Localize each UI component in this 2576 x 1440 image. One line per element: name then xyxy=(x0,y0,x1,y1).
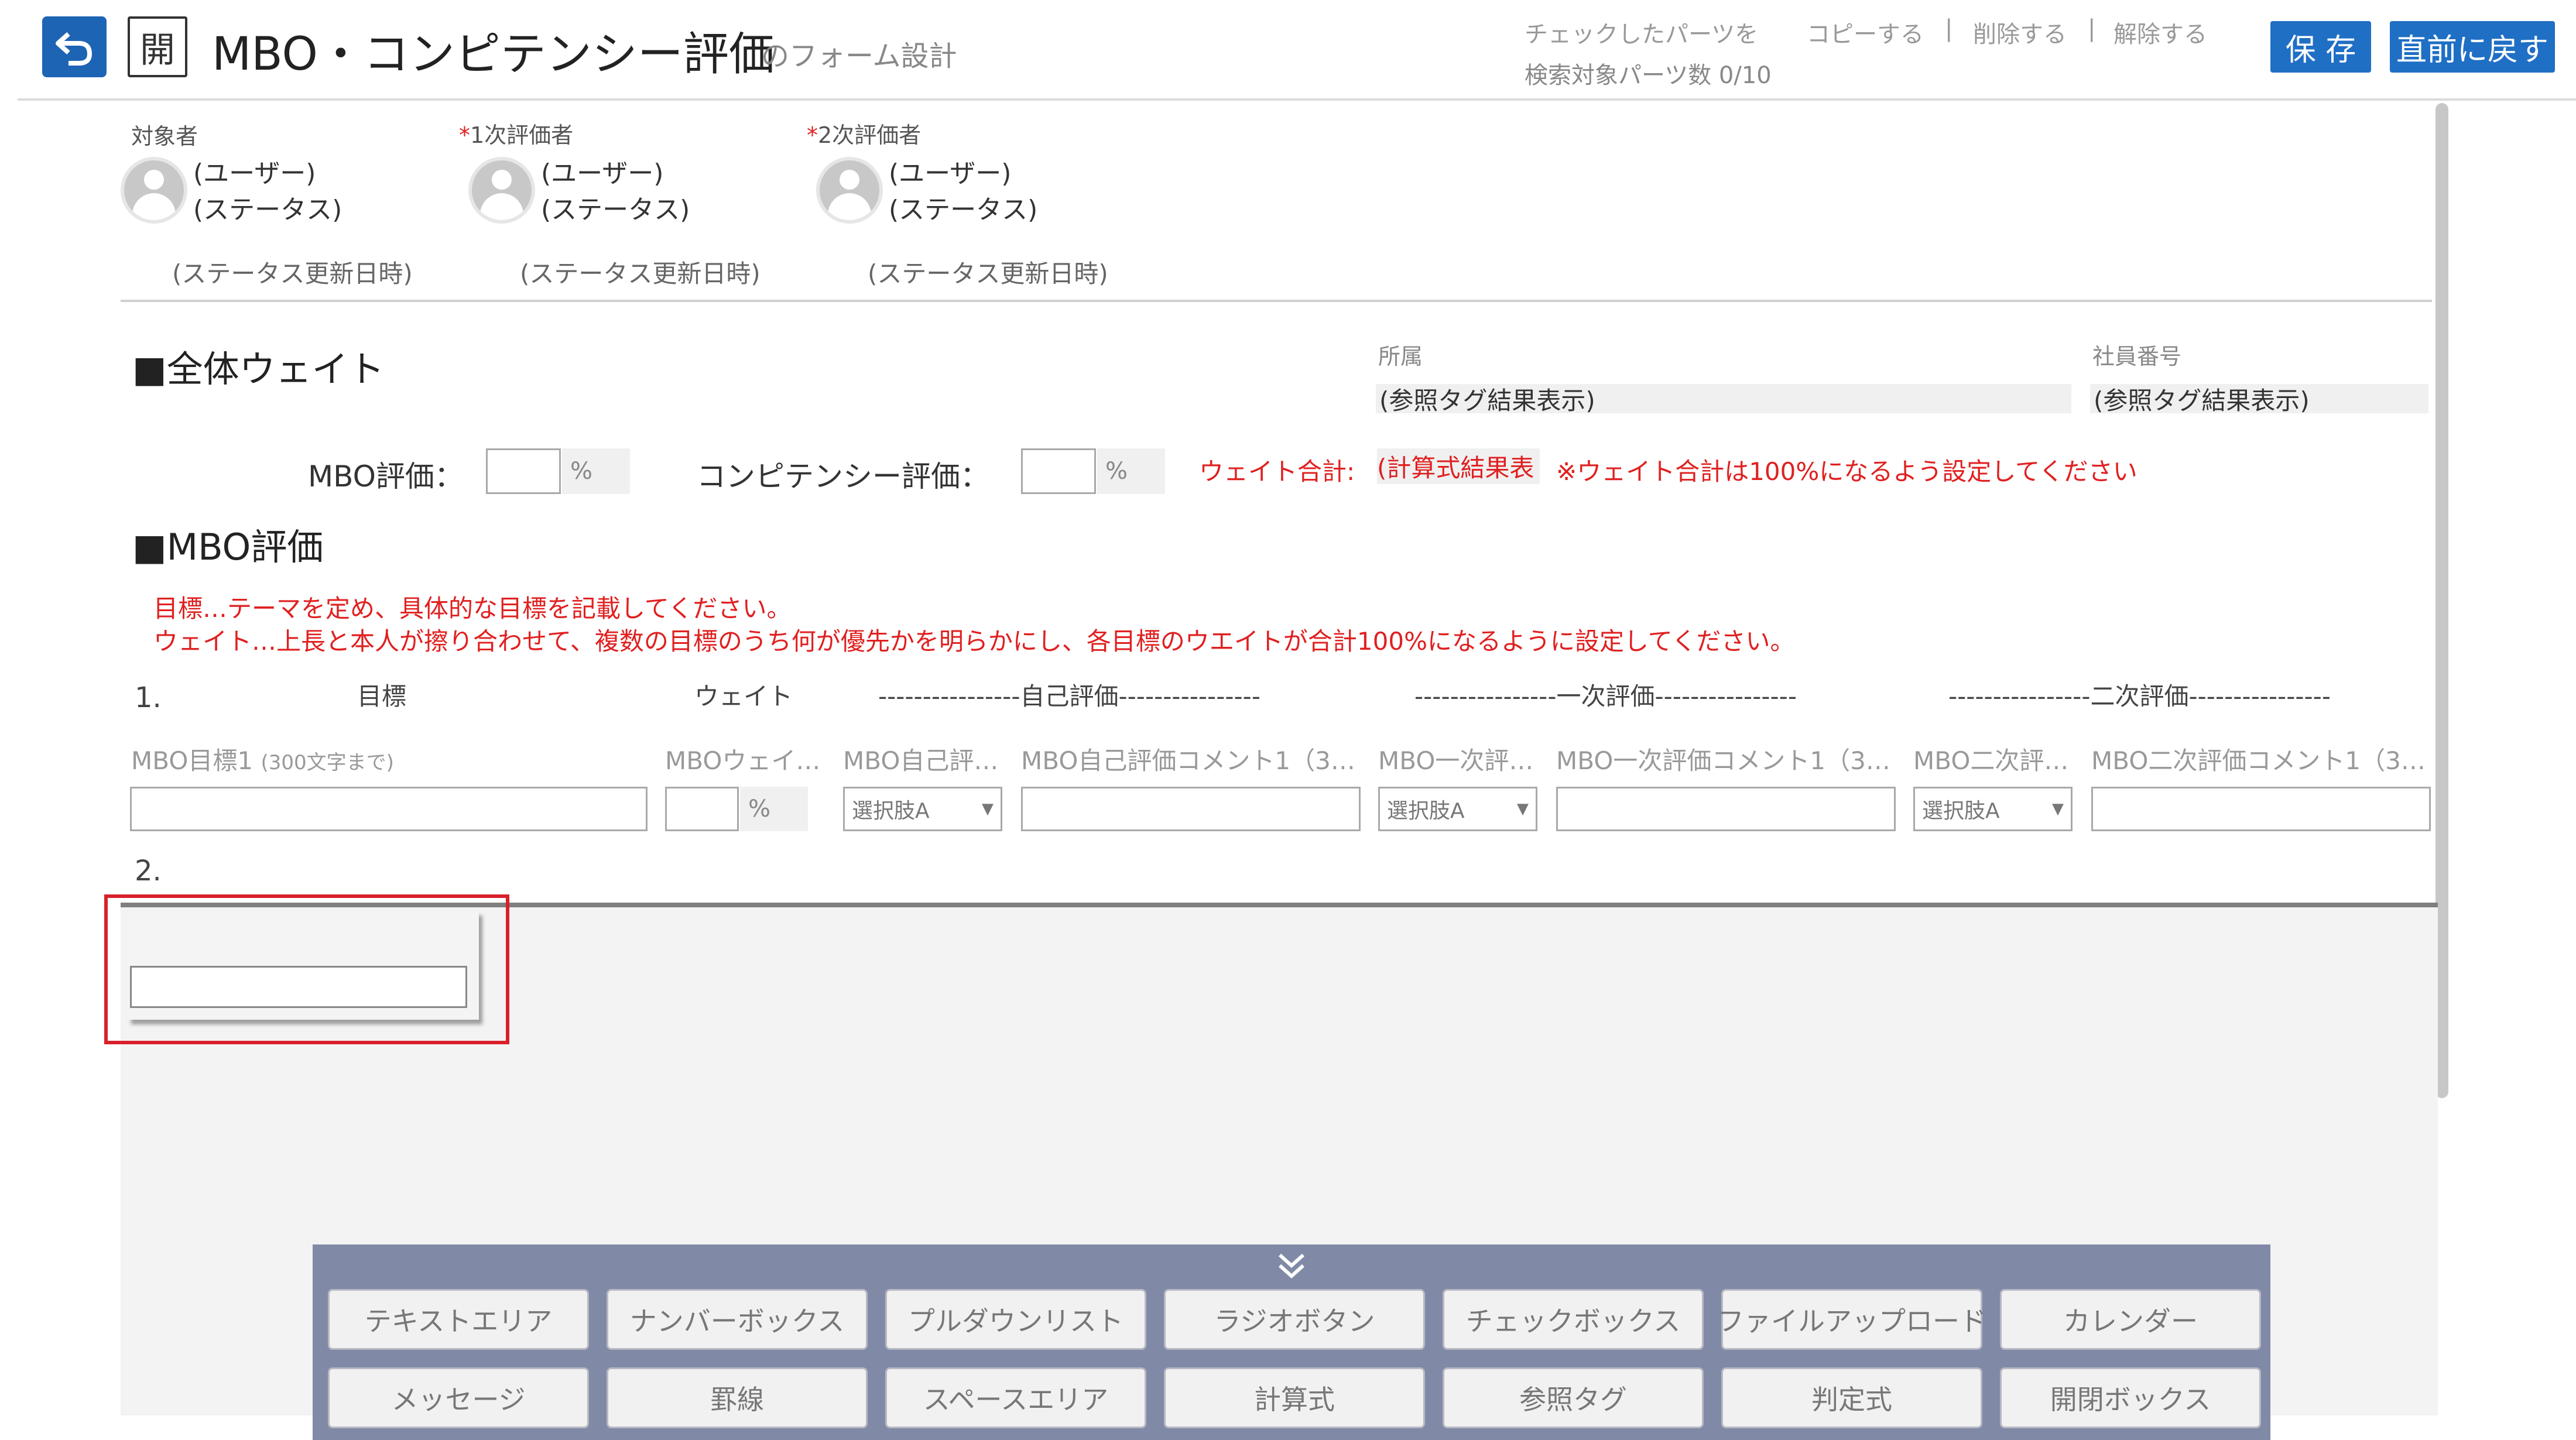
palette-calendar-button[interactable]: カレンダー xyxy=(2000,1289,2261,1350)
section-divider xyxy=(121,300,2432,302)
evaluator-status: (ステータス) xyxy=(889,195,1038,225)
col-goal: 目標 xyxy=(357,682,407,711)
palette-formula-button[interactable]: 計算式 xyxy=(1164,1367,1425,1428)
required-mark: * xyxy=(459,122,470,148)
evaluator-label: *2次評価者 xyxy=(807,122,922,148)
second-eval-select[interactable]: 選択肢A ▼ xyxy=(1913,787,2073,831)
page-subtitle: のフォーム設計 xyxy=(761,40,957,73)
evaluator-user: (ユーザー) xyxy=(889,159,1012,188)
evaluator-status: (ステータス) xyxy=(193,195,342,225)
highlight-frame xyxy=(104,894,509,1044)
dropdown-arrow-icon: ▼ xyxy=(1517,800,1529,818)
field-label-first: MBO一次評… xyxy=(1378,746,1534,775)
save-button[interactable]: 保 存 xyxy=(2270,21,2371,73)
employee-no-label: 社員番号 xyxy=(2092,344,2182,369)
palette-numberbox-button[interactable]: ナンバーボックス xyxy=(607,1289,868,1350)
evaluator-user: (ユーザー) xyxy=(541,159,664,188)
palette-message-button[interactable]: メッセージ xyxy=(328,1367,589,1428)
header-divider xyxy=(18,98,2576,101)
back-arrow-icon xyxy=(56,32,93,66)
affiliation-value: (参照タグ結果表示) xyxy=(1376,384,2071,415)
mbo-weight-label: MBO評価： xyxy=(308,460,464,493)
open-toggle-button[interactable]: 開 xyxy=(128,16,187,77)
palette-fileupload-button[interactable]: ファイルアップロード xyxy=(1717,1289,1986,1350)
palette-pulldown-button[interactable]: プルダウンリスト xyxy=(885,1289,1146,1350)
avatar xyxy=(468,157,535,224)
mbo-instruction-goal: 目標…テーマを定め、具体的な目標を記載してください。 xyxy=(153,594,792,623)
palette-space-area-button[interactable]: スペースエリア xyxy=(885,1367,1146,1428)
comp-weight-input[interactable] xyxy=(1021,448,1096,494)
weight-heading: ■全体ウェイト xyxy=(132,348,385,390)
field-label-goal: MBO目標1 (300文字まで) xyxy=(131,746,394,775)
affiliation-label: 所属 xyxy=(1378,344,1423,369)
palette-reference-tag-button[interactable]: 参照タグ xyxy=(1443,1367,1704,1428)
page-title: MBO・コンピテンシー評価 xyxy=(212,28,775,81)
dropdown-arrow-icon: ▼ xyxy=(2052,800,2064,818)
palette-collapsible-box-button[interactable]: 開閉ボックス xyxy=(2000,1367,2261,1428)
evaluator-label: 対象者 xyxy=(131,124,198,149)
copy-link[interactable]: コピーする xyxy=(1807,15,1924,49)
goal-input[interactable] xyxy=(130,787,648,831)
row-number: 1. xyxy=(135,681,162,714)
release-link[interactable]: 解除する xyxy=(2113,15,2207,49)
back-button[interactable] xyxy=(42,16,107,77)
total-weight-note: ※ウェイト合計は100%になるよう設定してください xyxy=(1556,457,2137,486)
employee-no-value: (参照タグ結果表示) xyxy=(2090,384,2428,415)
palette-rule-line-button[interactable]: 罫線 xyxy=(607,1367,868,1428)
avatar xyxy=(121,157,187,224)
search-count: 検索対象パーツ数 0/10 xyxy=(1525,62,1772,89)
dropdown-arrow-icon: ▼ xyxy=(982,800,994,818)
col-second-eval: ----------------二次評価---------------- xyxy=(1948,682,2331,711)
second-comment-input[interactable] xyxy=(2091,787,2431,831)
evaluator-updated: (ステータス更新日時) xyxy=(520,259,761,288)
parts-palette: テキストエリア ナンバーボックス プルダウンリスト ラジオボタン チェックボック… xyxy=(313,1244,2270,1440)
palette-checkbox-button[interactable]: チェックボックス xyxy=(1443,1289,1704,1350)
delete-link[interactable]: 削除する xyxy=(1973,15,2067,49)
first-eval-select[interactable]: 選択肢A ▼ xyxy=(1378,787,1537,831)
mbo-weight-input[interactable] xyxy=(486,448,561,494)
percent-unit: % xyxy=(562,448,630,494)
evaluator-updated: (ステータス更新日時) xyxy=(172,259,413,288)
revert-button[interactable]: 直前に戻す xyxy=(2390,21,2555,73)
col-weight: ウェイト xyxy=(694,682,793,711)
col-first-eval: ----------------一次評価---------------- xyxy=(1414,682,1797,711)
total-weight-value: (計算式結果表 xyxy=(1377,448,1540,484)
self-comment-input[interactable] xyxy=(1021,787,1361,831)
percent-unit: % xyxy=(740,787,808,831)
evaluator-updated: (ステータス更新日時) xyxy=(868,259,1108,288)
row-number: 2. xyxy=(135,855,162,887)
field-label-second-comment: MBO二次評価コメント1（3… xyxy=(2091,746,2426,775)
palette-radio-button[interactable]: ラジオボタン xyxy=(1164,1289,1425,1350)
collapse-chevron-icon[interactable] xyxy=(1274,1252,1309,1281)
evaluator-user: (ユーザー) xyxy=(193,159,316,188)
total-weight-label: ウェイト合計: xyxy=(1199,457,1355,486)
percent-unit: % xyxy=(1097,448,1165,494)
evaluator-status: (ステータス) xyxy=(541,195,690,225)
self-eval-select[interactable]: 選択肢A ▼ xyxy=(843,787,1002,831)
evaluator-label: *1次評価者 xyxy=(459,122,574,148)
mbo-instruction-weight: ウェイト…上長と本人が擦り合わせて、複数の目標のうち何が優先かを明らかにし、各目… xyxy=(153,627,1795,656)
col-self-eval: ----------------自己評価---------------- xyxy=(878,682,1260,711)
separator: | xyxy=(2088,15,2096,42)
field-label-weight: MBOウェイ… xyxy=(665,746,821,775)
mbo-heading: ■MBO評価 xyxy=(132,526,324,568)
field-label-self-comment: MBO自己評価コメント1（3… xyxy=(1021,746,1355,775)
palette-judgment-button[interactable]: 判定式 xyxy=(1721,1367,1982,1428)
weight-input[interactable] xyxy=(665,787,739,831)
required-mark: * xyxy=(807,122,818,148)
separator: | xyxy=(1945,15,1953,42)
field-label-second: MBO二次評… xyxy=(1913,746,2069,775)
avatar xyxy=(816,157,883,224)
palette-textarea-button[interactable]: テキストエリア xyxy=(328,1289,589,1350)
comp-weight-label: コンピテンシー評価： xyxy=(697,460,989,493)
field-label-first-comment: MBO一次評価コメント1（3… xyxy=(1556,746,1890,775)
checked-parts-label: チェックしたパーツを xyxy=(1525,21,1759,48)
first-comment-input[interactable] xyxy=(1556,787,1896,831)
field-label-self: MBO自己評… xyxy=(843,746,999,775)
